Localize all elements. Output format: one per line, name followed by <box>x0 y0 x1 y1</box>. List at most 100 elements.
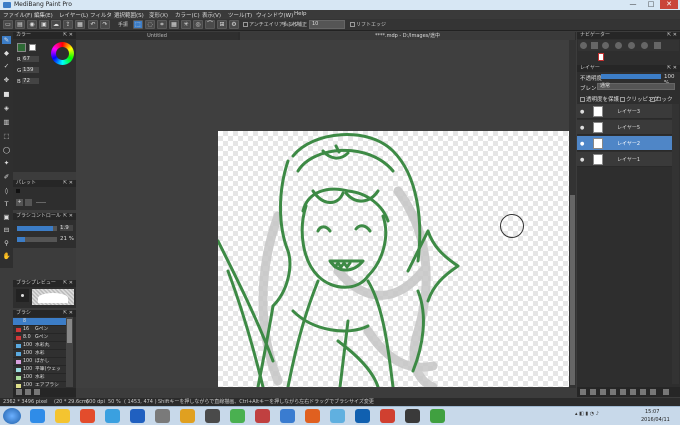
clipping-checkbox[interactable] <box>620 97 625 102</box>
frame-tool-icon[interactable]: ▣ <box>2 213 11 221</box>
snap-icon[interactable]: ⌗ <box>157 20 167 29</box>
brush-list-item[interactable]: 100 水彩 <box>13 374 66 382</box>
taskbar-app-icon[interactable] <box>105 409 120 423</box>
brush-list-scrollbar[interactable] <box>66 317 73 387</box>
lock-checkbox[interactable] <box>650 97 655 102</box>
cloud-icon[interactable]: ☁ <box>51 20 61 29</box>
magic-wand-icon[interactable]: ✦ <box>2 159 11 167</box>
taskbar-app-icon[interactable] <box>355 409 370 423</box>
open-file-icon[interactable]: ▤ <box>15 20 25 29</box>
add-brush-icon[interactable] <box>16 389 22 395</box>
merge-down-icon[interactable] <box>630 389 636 395</box>
taskbar-app-icon[interactable] <box>155 409 170 423</box>
taskbar-app-icon[interactable] <box>130 409 145 423</box>
delete-brush-icon[interactable] <box>34 389 40 395</box>
new-folder-icon[interactable] <box>610 389 616 395</box>
visibility-eye-icon[interactable]: ● <box>580 141 584 147</box>
primary-color-swatch[interactable] <box>17 43 26 52</box>
select-mode-icon[interactable]: ⬚ <box>133 20 143 29</box>
taskbar-app-icon[interactable] <box>405 409 420 423</box>
r-value[interactable]: 67 <box>22 56 39 62</box>
palette-delete-icon[interactable] <box>25 199 32 206</box>
layer-row[interactable]: ● レイヤー1 <box>577 152 672 167</box>
brush-list-item[interactable]: 8 <box>13 318 66 326</box>
snap-settings-icon[interactable]: ⚙ <box>229 20 239 29</box>
layer-settings-icon[interactable] <box>663 389 669 395</box>
canvas-vertical-scrollbar[interactable] <box>569 40 576 388</box>
brush-tool-icon[interactable]: ✎ <box>2 36 11 44</box>
menu-view[interactable]: 表示(V) <box>202 11 221 19</box>
menu-file[interactable]: ファイル(F) <box>3 11 32 19</box>
taskbar-app-icon[interactable] <box>230 409 245 423</box>
visibility-eye-icon[interactable]: ● <box>580 125 584 131</box>
rotate-right-icon[interactable] <box>641 42 648 49</box>
menu-color[interactable]: カラー(C) <box>175 11 200 19</box>
menu-transform[interactable]: 変形(X) <box>149 11 168 19</box>
menu-select[interactable]: 選択範囲(S) <box>114 11 144 19</box>
brush-opacity-slider[interactable] <box>17 237 57 242</box>
panel-divide-icon[interactable]: ⊟ <box>2 226 11 234</box>
tab-untitled[interactable]: Untitled <box>76 32 238 40</box>
brush-size-value[interactable]: 1.9 <box>60 225 73 231</box>
taskbar-app-icon[interactable] <box>330 409 345 423</box>
menu-filter[interactable]: フィルタ <box>90 11 112 19</box>
brush-settings-icon[interactable] <box>25 389 31 395</box>
taskbar-app-icon[interactable] <box>430 409 445 423</box>
taskbar-app-icon[interactable] <box>205 409 220 423</box>
shape-tool-icon[interactable]: ■ <box>2 90 11 98</box>
menu-tool[interactable]: ツール(T) <box>228 11 252 19</box>
taskbar-app-icon[interactable] <box>30 409 45 423</box>
redo-button[interactable]: ↷ <box>100 20 110 29</box>
new-halftone-layer-icon[interactable] <box>590 389 596 395</box>
gradient-tool-icon[interactable]: ▥ <box>2 118 11 126</box>
menu-layer[interactable]: レイヤー(L) <box>59 11 88 19</box>
text-tool-icon[interactable]: T <box>2 200 11 208</box>
lasso-mode-icon[interactable]: ◌ <box>145 20 155 29</box>
rotate-left-icon[interactable] <box>615 42 622 49</box>
save-icon[interactable]: ▣ <box>39 20 49 29</box>
select-pen-icon[interactable]: ✐ <box>2 173 11 181</box>
ruler-checkbox[interactable] <box>350 22 355 27</box>
layer-list-scrollbar[interactable] <box>672 104 679 384</box>
move-tool-icon[interactable]: ✥ <box>2 76 11 84</box>
secondary-color-swatch[interactable] <box>29 44 36 51</box>
snap-grid-icon[interactable]: ▦ <box>169 20 179 29</box>
share-icon[interactable]: ⇪ <box>63 20 73 29</box>
snap-circle-icon[interactable]: ◎ <box>193 20 203 29</box>
brush-list-item[interactable]: 100平筆(ウェット) <box>13 366 66 380</box>
color-wheel[interactable] <box>51 42 74 65</box>
brush-size-slider[interactable] <box>17 226 57 231</box>
blur-correction-select[interactable]: 10 <box>309 20 345 29</box>
taskbar-app-icon[interactable] <box>380 409 395 423</box>
brush-list-item[interactable]: 100 水彩丸 <box>13 342 66 350</box>
taskbar-app-icon[interactable] <box>280 409 295 423</box>
duplicate-layer-icon[interactable] <box>620 389 626 395</box>
flip-icon[interactable] <box>654 42 661 49</box>
fill-tool-icon[interactable]: ◈ <box>2 104 11 112</box>
menu-help[interactable]: Help <box>294 11 307 17</box>
brush-list-item[interactable]: 8.0 Gペン <box>13 334 66 342</box>
delete-layer-icon[interactable] <box>650 389 656 395</box>
minimize-button[interactable]: — <box>624 0 642 9</box>
lasso-tool-icon[interactable]: ◯ <box>2 146 11 154</box>
protect-alpha-checkbox[interactable] <box>580 97 585 102</box>
close-button[interactable]: ✕ <box>660 0 678 9</box>
blend-mode-select[interactable]: 通常 <box>597 83 675 90</box>
zoom-out-icon[interactable] <box>602 42 609 49</box>
zoom-in-icon[interactable] <box>580 42 587 49</box>
antialias-checkbox[interactable] <box>243 22 248 27</box>
new-layer-icon[interactable] <box>580 389 586 395</box>
b-value[interactable]: 72 <box>22 78 39 84</box>
hand-tool-icon[interactable]: ✋ <box>2 252 11 260</box>
brush-list-item[interactable]: 16 Gペン <box>13 326 66 334</box>
eraser-tool-icon[interactable]: ◆ <box>2 49 11 57</box>
palette-swatch[interactable] <box>16 189 20 193</box>
tab-current-document[interactable]: ****.mdp - D:/Images/途中 <box>240 32 575 40</box>
fit-icon[interactable] <box>591 42 598 49</box>
snap-perspective-icon[interactable]: ⊞ <box>217 20 227 29</box>
palette-add-button[interactable]: + <box>16 199 23 206</box>
taskbar-app-icon[interactable] <box>80 409 95 423</box>
layer-row[interactable]: ● レイヤー2 <box>577 136 672 151</box>
g-value[interactable]: 139 <box>22 67 39 73</box>
dot-tool-icon[interactable]: ✓ <box>2 62 11 70</box>
